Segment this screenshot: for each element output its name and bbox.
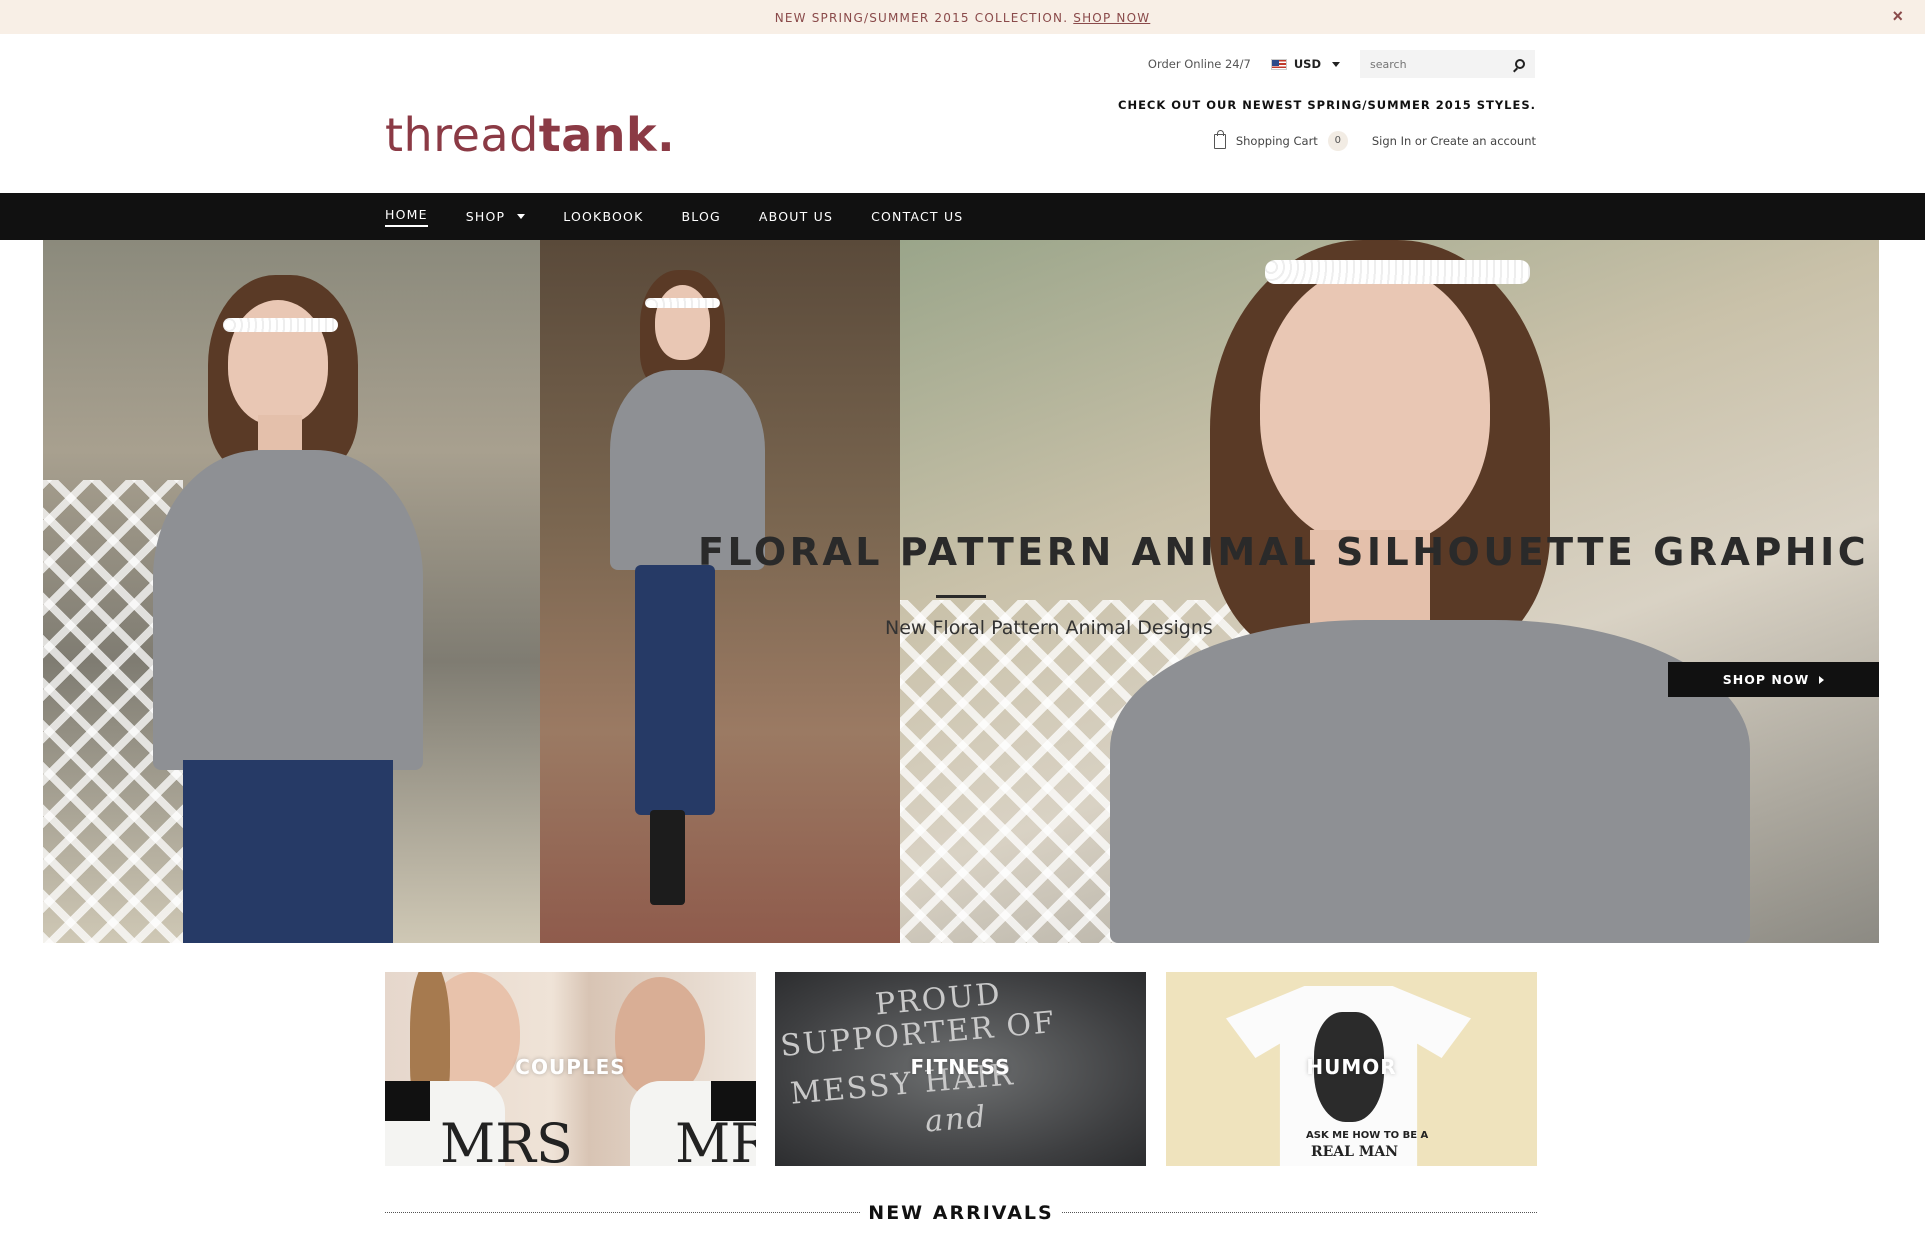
search-box: [1360, 50, 1535, 78]
announcement-bar: NEW SPRING/SUMMER 2015 COLLECTION. SHOP …: [0, 0, 1925, 34]
category-couples[interactable]: MRS MR COUPLES: [385, 972, 756, 1166]
nav-item-home[interactable]: HOME: [385, 207, 428, 227]
model-boot: [650, 810, 685, 905]
divider-line: [1062, 1212, 1537, 1213]
account-row: Shopping Cart 0 Sign In or Create an acc…: [1213, 129, 1536, 151]
announcement-message: NEW SPRING/SUMMER 2015 COLLECTION.: [774, 11, 1069, 25]
chevron-down-icon: [517, 214, 526, 219]
hero-shop-now-button[interactable]: SHOP NOW: [1668, 662, 1879, 697]
nav-item-label: BLOG: [681, 209, 721, 224]
currency-selector[interactable]: USD: [1270, 57, 1340, 71]
order-online-text: Order Online 24/7: [1147, 57, 1251, 71]
nav-item-label: CONTACT US: [871, 209, 964, 224]
flower-crown: [223, 318, 338, 332]
mrs-shirt-print: MRS: [440, 1112, 573, 1166]
hero-photo-left: [43, 240, 540, 943]
category-label: HUMOR: [1306, 1055, 1397, 1079]
model-tee: [153, 450, 423, 770]
model-jeans: [635, 565, 715, 815]
hero-banner[interactable]: FLORAL PATTERN ANIMAL SILHOUETTE GRAPHIC…: [43, 240, 1879, 943]
tee-print-text: ASK ME HOW TO BE A: [1306, 1130, 1429, 1141]
model-tee: [1110, 620, 1750, 943]
category-label: COUPLES: [515, 1055, 626, 1079]
search-icon[interactable]: [1515, 59, 1525, 69]
nav-item-blog[interactable]: BLOG: [681, 209, 720, 224]
announcement-shop-now-link[interactable]: SHOP NOW: [1073, 11, 1150, 25]
new-arrivals-heading: NEW ARRIVALS: [385, 1199, 1537, 1225]
nav-item-lookbook[interactable]: LOOKBOOK: [563, 209, 643, 224]
nav-item-label: HOME: [385, 207, 428, 227]
hero-photo-middle: [540, 240, 900, 943]
logo-bold-text: tank.: [538, 108, 676, 162]
category-humor[interactable]: ASK ME HOW TO BE A REAL MAN HUMOR: [1166, 972, 1537, 1166]
signin-link[interactable]: Sign In or Create an account: [1372, 134, 1536, 148]
chevron-down-icon: [1332, 61, 1340, 67]
nav-item-label: LOOKBOOK: [563, 209, 644, 224]
announcement-text: NEW SPRING/SUMMER 2015 COLLECTION. SHOP …: [0, 11, 1925, 25]
mr-shirt-print: MR: [675, 1112, 756, 1166]
shopping-bag-icon[interactable]: [1213, 129, 1226, 149]
nav-item-about[interactable]: ABOUT US: [759, 209, 833, 224]
nav-item-label: SHOP: [465, 209, 506, 224]
model-face: [655, 285, 710, 360]
hero-button-label: SHOP NOW: [1722, 672, 1810, 687]
logo-light-text: thread: [385, 108, 539, 162]
category-label: FITNESS: [910, 1055, 1011, 1079]
cart-count-badge: 0: [1327, 131, 1348, 151]
model-neck: [258, 415, 302, 455]
us-flag-icon: [1270, 58, 1287, 70]
tee-print-text: REAL MAN: [1311, 1144, 1399, 1160]
nav-item-contact[interactable]: CONTACT US: [871, 209, 963, 224]
model-jeans: [183, 760, 393, 943]
category-fitness[interactable]: PROUD SUPPORTER OF MESSY HAIR and FITNES…: [775, 972, 1146, 1166]
utility-row: Order Online 24/7 USD: [1148, 50, 1535, 78]
model-face: [615, 977, 705, 1097]
nav-item-shop[interactable]: SHOP: [466, 209, 526, 224]
flower-crown: [645, 298, 720, 308]
search-input[interactable]: [1370, 57, 1500, 71]
currency-label: USD: [1293, 57, 1321, 71]
arrow-right-icon: [1819, 675, 1825, 684]
hero-title: FLORAL PATTERN ANIMAL SILHOUETTE GRAPHIC…: [698, 530, 1879, 574]
logo[interactable]: threadtank.: [385, 108, 675, 162]
new-arrivals-title: NEW ARRIVALS: [868, 1202, 1054, 1224]
hero-subtitle: New Floral Pattern Animal Designs: [885, 617, 1213, 639]
close-icon[interactable]: ×: [1892, 6, 1903, 26]
shopping-cart-link[interactable]: Shopping Cart: [1236, 134, 1318, 148]
main-nav: HOME SHOP LOOKBOOK BLOG ABOUT US CONTACT…: [0, 193, 1925, 240]
hero-divider: [936, 595, 986, 598]
shirt-print-line: and: [923, 1099, 989, 1140]
model-face: [1260, 265, 1490, 545]
flower-crown: [1265, 260, 1530, 284]
nav-item-label: ABOUT US: [758, 209, 834, 224]
hero-photo-right: [900, 240, 1879, 943]
header-tagline[interactable]: CHECK OUT OUR NEWEST SPRING/SUMMER 2015 …: [1118, 98, 1536, 112]
